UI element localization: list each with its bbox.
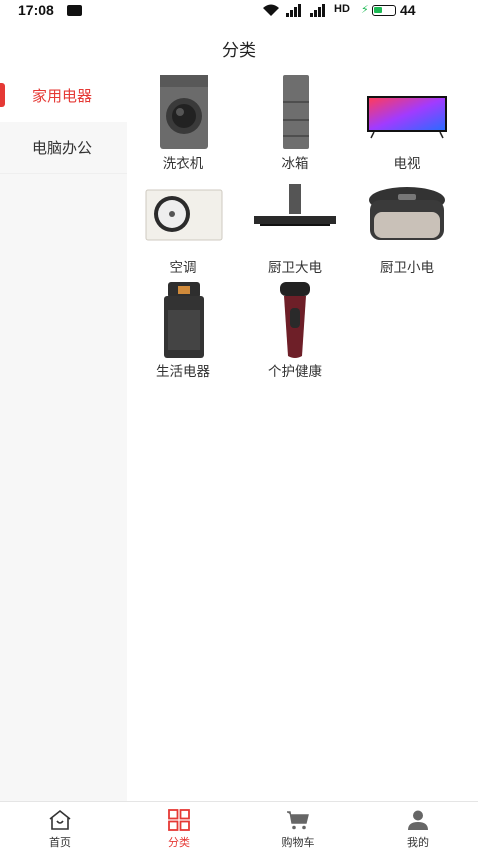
cart-icon (287, 811, 309, 830)
category-personal-care[interactable]: 个护健康 (239, 280, 351, 382)
charging-icon: ⚡ (361, 3, 369, 16)
category-sidebar: 家用电器 电脑办公 (0, 70, 127, 801)
page-title: 分类 (222, 41, 256, 61)
network-type: HD (334, 3, 350, 15)
bottom-tab-bar: 首页 分类 购物车 我的 (0, 801, 478, 850)
category-kitchen-large[interactable]: 厨卫大电 (239, 176, 351, 278)
category-label: 空调 (169, 260, 197, 276)
tab-label: 首页 (49, 836, 71, 849)
page-header: 分类 (0, 22, 478, 72)
category-label: 厨卫小电 (380, 260, 434, 276)
home-icon (49, 809, 71, 830)
shaver-icon (280, 282, 310, 358)
tab-label: 分类 (168, 836, 190, 849)
status-bar: 17:08 HD ⚡ 44 (0, 0, 478, 22)
wifi-icon (263, 4, 279, 16)
category-air-conditioner[interactable]: 空调 (127, 176, 239, 278)
category-label: 生活电器 (156, 364, 210, 380)
message-icon (67, 5, 82, 16)
water-dispenser-icon (164, 282, 204, 358)
range-hood-icon (254, 184, 336, 226)
category-icon (168, 809, 190, 831)
tab-mine[interactable]: 我的 (358, 802, 478, 850)
category-label: 洗衣机 (162, 156, 204, 172)
rice-cooker-icon (369, 187, 445, 240)
tv-icon (367, 96, 447, 139)
sidebar-item-computer-office[interactable]: 电脑办公 (0, 122, 127, 174)
sidebar-item-label: 家用电器 (31, 87, 92, 105)
category-label: 个护健康 (268, 364, 322, 380)
category-kitchen-small[interactable]: 厨卫小电 (351, 176, 463, 278)
category-washing-machine[interactable]: 洗衣机 (127, 72, 239, 174)
tab-cart[interactable]: 购物车 (238, 802, 358, 850)
status-time: 17:08 (18, 2, 54, 18)
category-label: 电视 (393, 156, 421, 172)
sidebar-item-home-appliances[interactable]: 家用电器 (0, 70, 127, 122)
tab-label: 我的 (407, 836, 429, 849)
washing-machine-icon (160, 75, 208, 149)
category-refrigerator[interactable]: 冰箱 (239, 72, 351, 174)
battery-icon (372, 5, 396, 16)
tab-home[interactable]: 首页 (0, 802, 120, 850)
sidebar-item-label: 电脑办公 (31, 139, 92, 157)
refrigerator-icon (283, 75, 309, 149)
category-tv[interactable]: 电视 (351, 72, 463, 174)
tab-category[interactable]: 分类 (119, 802, 239, 850)
category-life-appliances[interactable]: 生活电器 (127, 280, 239, 382)
battery-level: 44 (400, 2, 416, 18)
tab-label: 购物车 (281, 836, 315, 849)
signal-icon (286, 4, 325, 17)
category-label: 冰箱 (281, 156, 309, 172)
user-icon (408, 810, 428, 830)
category-label: 厨卫大电 (268, 260, 322, 276)
air-conditioner-icon (145, 189, 223, 241)
